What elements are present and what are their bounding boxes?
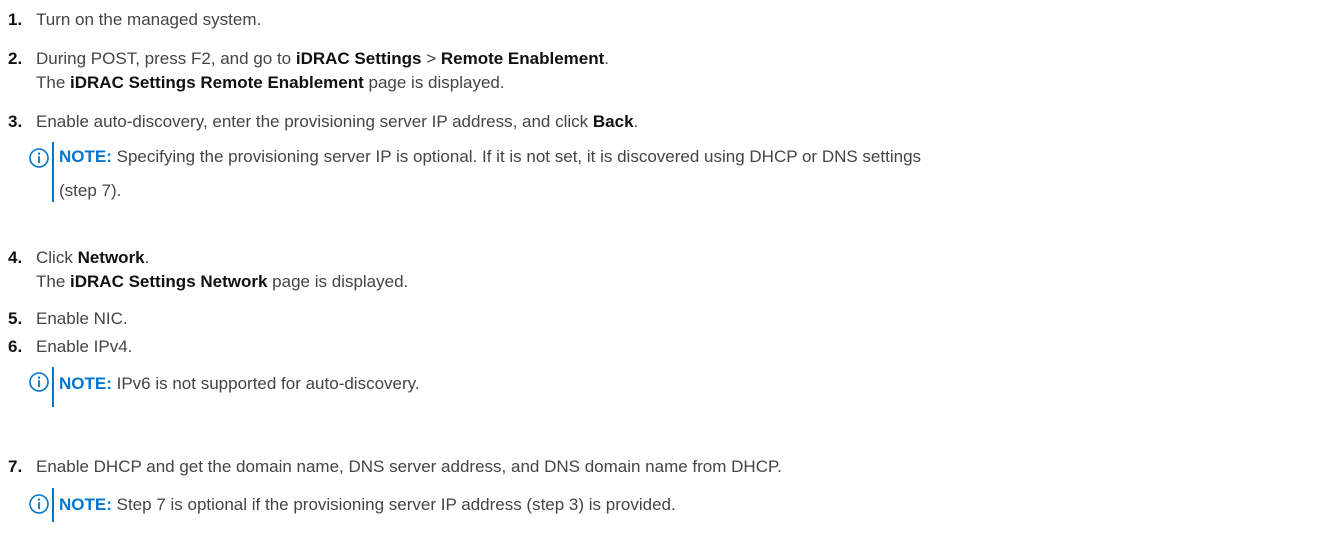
page-name: iDRAC Settings Network	[70, 272, 268, 291]
note-body: Step 7 is optional if the provisioning s…	[111, 495, 676, 514]
step-text-part: .	[604, 49, 610, 68]
note-label: NOTE:	[59, 147, 112, 166]
note-body: Specifying the provisioning server IP is…	[111, 147, 922, 166]
step-text-part: Enable auto-discovery, enter the provisi…	[36, 112, 593, 131]
menu-path-remote-enablement: Remote Enablement	[440, 49, 605, 68]
info-icon	[29, 148, 49, 168]
step-number: 6.	[8, 337, 23, 356]
note-divider	[52, 488, 54, 522]
step-number: 4.	[8, 248, 23, 267]
note-label: NOTE:	[59, 495, 112, 514]
info-icon	[29, 372, 49, 392]
note-body: IPv6 is not supported for auto-discovery…	[111, 374, 420, 393]
step-text-part: .	[633, 112, 639, 131]
step-text: Enable NIC.	[36, 309, 128, 328]
page-name: iDRAC Settings Remote Enablement	[70, 73, 364, 92]
note-divider	[52, 142, 54, 202]
info-icon	[29, 494, 49, 514]
step-number: 2.	[8, 49, 23, 68]
step-text-part: page is displayed.	[267, 272, 409, 291]
button-name-back: Back	[592, 112, 634, 131]
note-callout: NOTE: Specifying the provisioning server…	[29, 140, 1338, 210]
note-divider	[52, 367, 54, 407]
note-label: NOTE:	[59, 374, 112, 393]
note-text: NOTE: Specifying the provisioning server…	[59, 140, 921, 208]
step-text-part: During POST, press F2, and go to	[36, 49, 296, 68]
note-callout: NOTE: IPv6 is not supported for auto-dis…	[29, 367, 1338, 417]
step-number: 1.	[8, 10, 23, 29]
note-text: NOTE: Step 7 is optional if the provisio…	[59, 488, 676, 522]
step-number: 3.	[8, 112, 23, 131]
step-text: During POST, press F2, and go to iDRAC S…	[36, 47, 609, 95]
step-text-part: page is displayed.	[363, 73, 505, 92]
menu-path-idrac-settings: iDRAC Settings	[295, 49, 422, 68]
step-result-text: The iDRAC Settings Network page is displ…	[36, 270, 408, 294]
path-separator: >	[421, 49, 441, 68]
step-text: Turn on the managed system.	[36, 10, 262, 29]
note-body: (step 7).	[59, 181, 122, 200]
step-number: 5.	[8, 309, 23, 328]
step-text-part: .	[144, 248, 150, 267]
step-result-text: The iDRAC Settings Remote Enablement pag…	[36, 71, 609, 95]
step-text-part: The	[36, 272, 71, 291]
note-callout: NOTE: Step 7 is optional if the provisio…	[29, 488, 1338, 536]
step-number: 7.	[8, 457, 23, 476]
step-text: Enable auto-discovery, enter the provisi…	[36, 110, 638, 134]
menu-name-network: Network	[77, 248, 145, 267]
note-text: NOTE: IPv6 is not supported for auto-dis…	[59, 367, 420, 401]
step-text-part: The	[36, 73, 71, 92]
step-text: Enable DHCP and get the domain name, DNS…	[36, 457, 782, 476]
step-text: Click Network. The iDRAC Settings Networ…	[36, 246, 408, 294]
step-text: Enable IPv4.	[36, 337, 133, 356]
step-text-part: Click	[36, 248, 78, 267]
